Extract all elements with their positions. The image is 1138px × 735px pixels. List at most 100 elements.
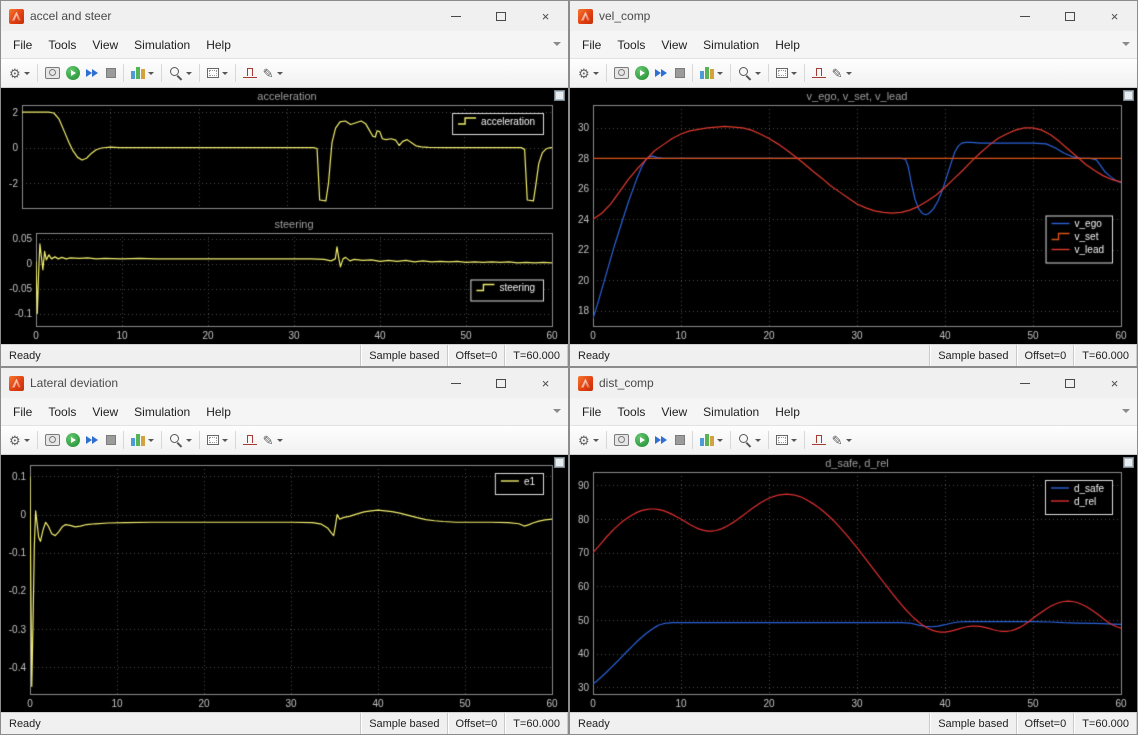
titlebar[interactable]: Lateral deviation ×	[1, 368, 568, 398]
menu-file[interactable]: File	[5, 400, 40, 424]
snapshot-button[interactable]	[42, 429, 63, 451]
measurements-button[interactable]: ✎	[829, 62, 855, 84]
maximize-button[interactable]	[478, 368, 523, 398]
expand-axes-icon[interactable]	[554, 457, 565, 468]
trigger-button[interactable]	[809, 62, 829, 84]
span-axes-button[interactable]	[773, 429, 800, 451]
zoom-button[interactable]	[166, 62, 195, 84]
menu-simulation[interactable]: Simulation	[695, 400, 767, 424]
menu-help[interactable]: Help	[767, 33, 808, 57]
span-axes-button[interactable]	[204, 429, 231, 451]
expand-axes-icon[interactable]	[1123, 457, 1134, 468]
stop-button[interactable]	[103, 429, 119, 451]
close-button[interactable]: ×	[523, 368, 568, 398]
layout-button[interactable]	[697, 62, 726, 84]
trigger-button[interactable]	[809, 429, 829, 451]
menu-help[interactable]: Help	[198, 400, 239, 424]
run-button[interactable]	[632, 62, 652, 84]
stop-button[interactable]	[103, 62, 119, 84]
span-axes-button[interactable]	[204, 62, 231, 84]
settings-button[interactable]: ⚙	[575, 62, 602, 84]
layout-button[interactable]	[128, 62, 157, 84]
menu-collapse-icon[interactable]	[553, 409, 561, 413]
minimize-button[interactable]	[1002, 1, 1047, 31]
run-button[interactable]	[632, 429, 652, 451]
status-sample-mode: Sample based	[930, 345, 1017, 366]
minimize-button[interactable]	[1002, 368, 1047, 398]
dropdown-caret-icon	[23, 438, 30, 442]
scope-display	[1, 88, 568, 344]
titlebar[interactable]: dist_comp ×	[570, 368, 1137, 398]
step-forward-button[interactable]	[83, 429, 103, 451]
span-axes-button[interactable]	[773, 62, 800, 84]
menu-view[interactable]: View	[653, 33, 695, 57]
menu-tools[interactable]: Tools	[609, 33, 653, 57]
toolbar: ⚙ ✎	[1, 426, 568, 455]
measurements-button[interactable]: ✎	[829, 429, 855, 451]
toolbar-separator	[160, 64, 162, 82]
zoom-button[interactable]	[166, 429, 195, 451]
maximize-button[interactable]	[478, 1, 523, 31]
maximize-icon	[495, 11, 506, 21]
maximize-button[interactable]	[1047, 368, 1092, 398]
menu-simulation[interactable]: Simulation	[695, 33, 767, 57]
menu-simulation[interactable]: Simulation	[126, 400, 198, 424]
menu-view[interactable]: View	[84, 33, 126, 57]
menu-collapse-icon[interactable]	[553, 42, 561, 46]
menu-collapse-icon[interactable]	[1122, 409, 1130, 413]
maximize-button[interactable]	[1047, 1, 1092, 31]
step-forward-button[interactable]	[652, 62, 672, 84]
menu-file[interactable]: File	[574, 400, 609, 424]
toolbar-separator	[803, 431, 805, 449]
titlebar[interactable]: vel_comp ×	[570, 1, 1137, 31]
run-button[interactable]	[63, 62, 83, 84]
toolbar-separator	[234, 64, 236, 82]
play-icon	[65, 66, 80, 80]
menu-file[interactable]: File	[5, 33, 40, 57]
snapshot-button[interactable]	[42, 62, 63, 84]
settings-button[interactable]: ⚙	[6, 62, 33, 84]
menu-tools[interactable]: Tools	[40, 400, 84, 424]
stop-button[interactable]	[672, 62, 688, 84]
settings-button[interactable]: ⚙	[6, 429, 33, 451]
camera-icon	[613, 67, 629, 79]
zoom-button[interactable]	[735, 429, 764, 451]
minimize-button[interactable]	[433, 1, 478, 31]
measurements-button[interactable]: ✎	[260, 429, 286, 451]
close-button[interactable]: ×	[1092, 1, 1137, 31]
menu-file[interactable]: File	[574, 33, 609, 57]
zoom-button[interactable]	[735, 62, 764, 84]
close-button[interactable]: ×	[1092, 368, 1137, 398]
snapshot-button[interactable]	[611, 429, 632, 451]
step-forward-button[interactable]	[83, 62, 103, 84]
dropdown-caret-icon	[754, 438, 761, 442]
dropdown-caret-icon	[221, 71, 228, 75]
scope-plot-canvas	[570, 88, 1137, 344]
trigger-button[interactable]	[240, 429, 260, 451]
settings-button[interactable]: ⚙	[575, 429, 602, 451]
stop-button[interactable]	[672, 429, 688, 451]
menu-view[interactable]: View	[84, 400, 126, 424]
minimize-button[interactable]	[433, 368, 478, 398]
layout-button[interactable]	[128, 429, 157, 451]
expand-axes-icon[interactable]	[554, 90, 565, 101]
status-sample-mode: Sample based	[361, 345, 448, 366]
menu-tools[interactable]: Tools	[40, 33, 84, 57]
window-controls: ×	[433, 1, 568, 31]
menu-help[interactable]: Help	[198, 33, 239, 57]
menu-view[interactable]: View	[653, 400, 695, 424]
menu-help[interactable]: Help	[767, 400, 808, 424]
titlebar[interactable]: accel and steer ×	[1, 1, 568, 31]
layout-button[interactable]	[697, 429, 726, 451]
snapshot-button[interactable]	[611, 62, 632, 84]
measurements-button[interactable]: ✎	[260, 62, 286, 84]
menu-collapse-icon[interactable]	[1122, 42, 1130, 46]
trigger-button[interactable]	[240, 62, 260, 84]
run-button[interactable]	[63, 429, 83, 451]
expand-axes-icon[interactable]	[1123, 90, 1134, 101]
menu-tools[interactable]: Tools	[609, 400, 653, 424]
step-forward-button[interactable]	[652, 429, 672, 451]
close-button[interactable]: ×	[523, 1, 568, 31]
stop-icon	[105, 68, 116, 78]
menu-simulation[interactable]: Simulation	[126, 33, 198, 57]
